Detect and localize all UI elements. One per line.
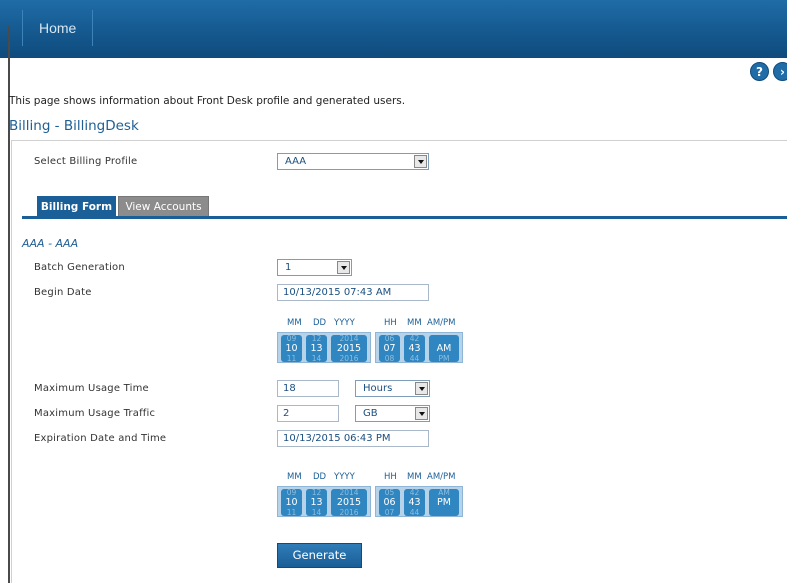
batch-generation-label: Batch Generation [34,262,125,273]
picker-header-hour: HH [384,318,397,328]
day-prev: 12 [311,489,322,497]
year-spinner[interactable]: 2014 2015 2016 [331,489,367,516]
minute-spinner[interactable]: 42 43 44 [404,489,425,516]
left-border-divider [8,26,10,583]
day-prev: 12 [311,335,322,343]
ampm-current: AM [436,343,452,354]
day-current: 13 [310,343,323,354]
begin-date-input[interactable]: 10/13/2015 07:43 AM [277,284,429,301]
month-spinner[interactable]: 09 10 11 [281,335,302,362]
page-title: Billing - BillingDesk [9,118,139,134]
year-prev: 2014 [339,489,359,497]
picker-header-minute: MM [407,472,422,482]
next-icon[interactable]: › [773,62,787,81]
chevron-down-icon [414,155,427,168]
time-spinner-group: 06 07 08 42 43 44 AM PM [375,332,463,363]
ampm-spinner[interactable]: AM PM [429,489,459,516]
day-current: 13 [310,497,323,508]
month-next: 11 [286,354,297,362]
expiration-date-picker: MM DD YYYY HH MM AM/PM 09 10 11 12 13 14… [277,472,467,520]
expiration-label: Expiration Date and Time [34,433,167,444]
top-nav-bar: Home [0,0,787,58]
section-title: AAA - AAA [22,237,79,250]
day-next: 14 [311,354,322,362]
picker-header-day: DD [313,318,327,328]
ampm-next: PM [438,354,450,362]
hour-prev: 06 [384,335,395,343]
generate-button[interactable]: Generate [277,543,362,568]
picker-header-month: MM [287,318,302,328]
billing-profile-value: AAA [285,156,307,167]
nav-home-tab[interactable]: Home [22,10,94,46]
max-usage-time-label: Maximum Usage Time [34,383,149,394]
year-current: 2015 [336,497,362,508]
ampm-spinner[interactable]: AM PM [429,335,459,362]
ampm-current: PM [437,497,451,508]
tab-underline [22,216,787,219]
month-next: 11 [286,508,297,516]
year-prev: 2014 [339,335,359,343]
time-spinner-group: 05 06 07 42 43 44 AM PM [375,486,463,517]
chevron-down-icon [337,261,350,274]
minute-current: 43 [408,343,421,354]
max-usage-time-input[interactable]: 18 [277,380,339,397]
picker-header-day: DD [313,472,327,482]
date-spinner-group: 09 10 11 12 13 14 2014 2015 2016 [277,486,371,517]
minute-current: 43 [408,497,421,508]
picker-header-month: MM [287,472,302,482]
picker-header-year: YYYY [334,472,355,482]
minute-prev: 42 [409,489,420,497]
year-next: 2016 [339,508,359,516]
year-current: 2015 [336,343,362,354]
hour-prev: 05 [384,489,395,497]
day-spinner[interactable]: 12 13 14 [306,335,327,362]
day-next: 14 [311,508,322,516]
picker-header-hour: HH [384,472,397,482]
time-unit-value: Hours [363,383,393,394]
day-spinner[interactable]: 12 13 14 [306,489,327,516]
hour-spinner[interactable]: 06 07 08 [379,335,400,362]
hour-next: 08 [384,354,395,362]
minute-prev: 42 [409,335,420,343]
month-current: 10 [285,497,298,508]
ampm-prev: AM [438,489,450,497]
traffic-unit-value: GB [363,408,378,419]
picker-header-ampm: AM/PM [427,318,456,328]
chevron-down-icon [415,407,428,420]
minute-spinner[interactable]: 42 43 44 [404,335,425,362]
picker-header-minute: MM [407,318,422,328]
picker-header-year: YYYY [334,318,355,328]
batch-generation-value: 1 [285,262,292,273]
time-unit-select[interactable]: Hours [355,380,430,397]
picker-header-ampm: AM/PM [427,472,456,482]
billing-profile-label: Select Billing Profile [34,156,138,167]
help-icon[interactable]: ? [750,62,769,81]
begin-date-picker: MM DD YYYY HH MM AM/PM 09 10 11 12 13 14… [277,318,467,366]
minute-next: 44 [409,508,420,516]
hour-current: 07 [383,343,396,354]
tab-billing-form[interactable]: Billing Form [37,196,116,217]
year-next: 2016 [339,354,359,362]
month-spinner[interactable]: 09 10 11 [281,489,302,516]
expiration-input[interactable]: 10/13/2015 06:43 PM [277,430,429,447]
max-usage-traffic-input[interactable]: 2 [277,405,339,422]
minute-next: 44 [409,354,420,362]
chevron-down-icon [415,382,428,395]
billing-profile-select[interactable]: AAA [277,153,429,170]
month-current: 10 [285,343,298,354]
month-prev: 09 [286,489,297,497]
year-spinner[interactable]: 2014 2015 2016 [331,335,367,362]
hour-current: 06 [383,497,396,508]
hour-spinner[interactable]: 05 06 07 [379,489,400,516]
page-description: This page shows information about Front … [9,95,406,107]
date-spinner-group: 09 10 11 12 13 14 2014 2015 2016 [277,332,371,363]
tab-view-accounts[interactable]: View Accounts [118,196,209,217]
max-usage-traffic-label: Maximum Usage Traffic [34,408,156,419]
hour-next: 07 [384,508,395,516]
traffic-unit-select[interactable]: GB [355,405,430,422]
begin-date-label: Begin Date [34,287,92,298]
batch-generation-select[interactable]: 1 [277,259,352,276]
month-prev: 09 [286,335,297,343]
